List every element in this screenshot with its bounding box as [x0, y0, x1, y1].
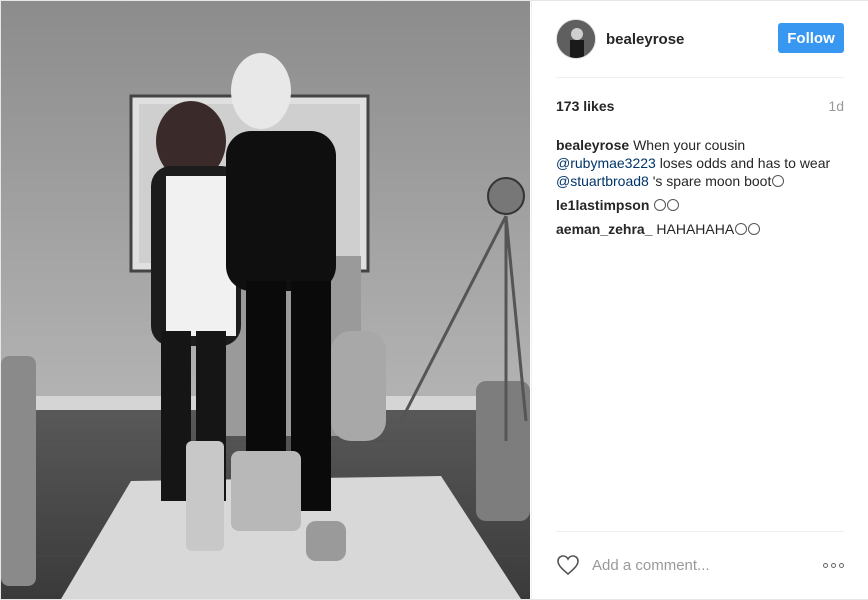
- laughing-emoji-icon: [772, 175, 785, 187]
- divider: [556, 77, 844, 78]
- comment-username[interactable]: aeman_zehra_: [556, 221, 653, 237]
- dot-icon: [831, 562, 836, 568]
- comment: bealeyrose When your cousin @rubymae3223…: [556, 136, 846, 190]
- comment-text: HAHAHAHA: [656, 221, 735, 237]
- comment-text: 's spare moon boot: [648, 173, 772, 189]
- laughing-emoji-icon: [654, 199, 667, 211]
- post-sidebar: bealeyrose Follow 173 likes 1d bealeyros…: [531, 1, 868, 599]
- post-photo[interactable]: [1, 1, 530, 599]
- comment-text: When your cousin: [633, 137, 746, 153]
- laughing-emoji-icon: [735, 223, 748, 235]
- comment-username[interactable]: le1lastimpson: [556, 197, 649, 213]
- photo-illustration: [1, 1, 530, 599]
- add-comment-input[interactable]: Add a comment...: [592, 557, 823, 574]
- likes-count[interactable]: 173 likes: [556, 98, 614, 114]
- more-options-icon[interactable]: [823, 562, 844, 568]
- avatar[interactable]: [556, 19, 596, 59]
- comment-mention[interactable]: @stuartbroad8: [556, 173, 649, 189]
- divider: [556, 531, 844, 532]
- heart-icon[interactable]: [556, 554, 580, 576]
- instagram-post: bealeyrose Follow 173 likes 1d bealeyros…: [0, 0, 868, 600]
- comment: le1lastimpson: [556, 196, 846, 214]
- header-username[interactable]: bealeyrose: [606, 31, 684, 48]
- comment: aeman_zehra_ HAHAHAHA: [556, 220, 846, 238]
- post-time: 1d: [828, 98, 844, 114]
- laughing-emoji-icon: [748, 223, 761, 235]
- post-header: bealeyrose Follow: [556, 18, 844, 60]
- dot-icon: [823, 562, 828, 568]
- laughing-emoji-icon: [667, 199, 680, 211]
- comment-footer: Add a comment...: [556, 551, 844, 579]
- avatar-image: [557, 20, 595, 58]
- comment-text: loses odds and has to wear: [655, 155, 831, 171]
- follow-button[interactable]: Follow: [778, 23, 844, 53]
- comment-mention[interactable]: @rubymae3223: [556, 155, 656, 171]
- dot-icon: [839, 562, 844, 568]
- comments-list: bealeyrose When your cousin @rubymae3223…: [556, 136, 846, 244]
- comment-username[interactable]: bealeyrose: [556, 137, 629, 153]
